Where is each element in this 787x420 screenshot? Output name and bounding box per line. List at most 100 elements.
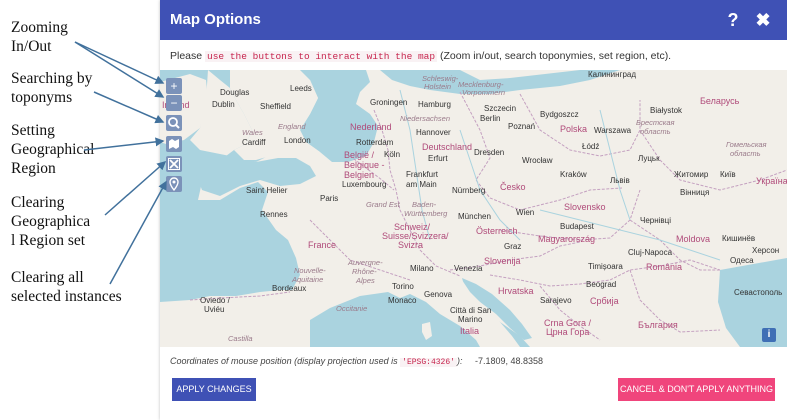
annotation-text: toponyms <box>11 89 73 106</box>
place-label: Erfurt <box>428 154 448 163</box>
place-label: Genova <box>424 290 453 299</box>
place-label: Württemberg <box>404 209 448 218</box>
place-label: Belgique - <box>344 160 385 170</box>
place-label: Луцьк <box>638 154 660 163</box>
place-label: Groningen <box>370 98 408 107</box>
place-label: Rotterdam <box>356 138 394 147</box>
search-toponym-button[interactable] <box>166 115 182 131</box>
place-label: Timișoara <box>588 262 623 271</box>
place-label: Česko <box>500 182 526 192</box>
clear-all-button[interactable] <box>166 176 182 192</box>
annotation-clear-region: Clearing Geographica l Region set <box>11 193 90 250</box>
region-icon <box>169 139 179 149</box>
cancel-button[interactable]: CANCEL & DON'T APPLY ANYTHING <box>618 378 775 401</box>
place-label: Saint Helier <box>246 186 288 195</box>
zoom-in-button[interactable]: + <box>166 78 182 94</box>
place-label: Aquitaine <box>292 275 324 284</box>
place-label: Wrocław <box>522 156 553 165</box>
place-label: Alpes <box>356 276 375 285</box>
place-label: Севастополь <box>734 288 783 297</box>
place-label: Україна <box>756 176 787 186</box>
place-label: Torino <box>392 282 414 291</box>
place-label: Łódź <box>582 142 600 151</box>
place-label: London <box>284 136 311 145</box>
place-label: Oviedo / <box>200 296 230 305</box>
place-label: Nouvelle- <box>294 266 326 275</box>
place-label: Białystok <box>650 106 683 115</box>
place-label: Venezia <box>454 264 483 273</box>
annotation-clear-all: Clearing all selected instances <box>11 268 122 306</box>
annotation-zoom: Zooming In/Out <box>11 18 68 56</box>
search-icon <box>168 117 180 129</box>
place-label: Warszawa <box>594 126 632 135</box>
place-label: Milano <box>410 264 434 273</box>
place-label: România <box>646 262 683 272</box>
coords-value: -7.1809, 48.8358 <box>474 356 544 366</box>
annotation-text: In/Out <box>11 38 52 55</box>
instructions-code: use the buttons to interact with the map <box>205 51 438 62</box>
place-label: Berlin <box>480 114 501 123</box>
place-label: Київ <box>720 170 736 179</box>
place-label: Poznań <box>508 122 536 131</box>
place-label: Гомельская <box>726 140 767 149</box>
place-label: Кишинёв <box>722 234 756 243</box>
place-label: Magyarország <box>538 234 596 244</box>
place-label: Беларусь <box>700 96 740 106</box>
place-label: Grand Est <box>366 200 400 209</box>
place-label: Одеса <box>730 256 754 265</box>
annotation-text: Geographica <box>11 213 91 230</box>
close-icon[interactable]: ✖ <box>753 9 773 31</box>
mouse-coordinates: Coordinates of mouse position (display p… <box>170 356 543 367</box>
apply-changes-button[interactable]: APPLY CHANGES <box>172 378 256 401</box>
coords-projection: 'EPSG:4326' <box>400 358 457 367</box>
zoom-out-button[interactable]: − <box>166 95 182 111</box>
place-label: Dresden <box>474 148 505 157</box>
place-label: Baden- <box>412 200 437 209</box>
annotation-text: Searching by <box>11 70 93 87</box>
place-label: Polska <box>560 124 588 134</box>
place-label: Italia <box>460 326 480 336</box>
map-view[interactable]: Douglas Leeds Dublin Ireland Sheffield E… <box>160 70 787 347</box>
place-label: Львів <box>610 176 630 185</box>
place-label: Калининград <box>588 70 637 79</box>
place-label: Житомир <box>674 170 709 179</box>
attribution-info-button[interactable]: i <box>762 328 776 342</box>
place-label: Castilla <box>228 334 253 343</box>
place-label: Чернівці <box>640 216 672 225</box>
place-label: Vorpommern <box>462 88 506 97</box>
place-label: Bordeaux <box>272 284 307 293</box>
place-label: Bydgoszcz <box>540 110 579 119</box>
help-icon[interactable]: ? <box>723 9 743 31</box>
place-label: Cardiff <box>242 138 266 147</box>
place-label: England <box>278 122 306 131</box>
place-label: Paris <box>320 194 339 203</box>
place-label: Occitanie <box>336 304 368 313</box>
dialog-title: Map Options <box>170 11 261 28</box>
place-label: область <box>730 149 761 158</box>
place-label: Dublin <box>212 100 235 109</box>
place-label: България <box>638 320 678 330</box>
set-region-button[interactable] <box>166 136 182 152</box>
place-label: Брестская <box>636 118 675 127</box>
clear-region-button[interactable] <box>166 156 182 172</box>
annotation-text: Region <box>11 160 56 177</box>
place-label: Frankfurt <box>406 170 439 179</box>
place-label: Deutschland <box>422 142 473 152</box>
place-label: Slovenija <box>484 256 521 266</box>
annotation-text: selected instances <box>11 288 122 305</box>
place-label: Marino <box>458 315 483 324</box>
place-label: Херсон <box>752 246 780 255</box>
dialog-header: Map Options ? ✖ <box>160 0 787 40</box>
place-label: Wales <box>242 128 263 137</box>
place-label: Nederland <box>350 122 392 132</box>
place-label: Cluj-Napoca <box>628 248 673 257</box>
place-label: Leeds <box>290 84 312 93</box>
place-label: Wien <box>516 208 535 217</box>
instructions: Please use the buttons to interact with … <box>170 50 671 62</box>
place-label: Belgien <box>344 170 375 180</box>
place-label: Monaco <box>388 296 417 305</box>
place-label: München <box>458 212 491 221</box>
place-label: Holstein <box>424 82 452 91</box>
place-label: België / <box>344 150 375 160</box>
place-label: Nürnberg <box>452 186 486 195</box>
